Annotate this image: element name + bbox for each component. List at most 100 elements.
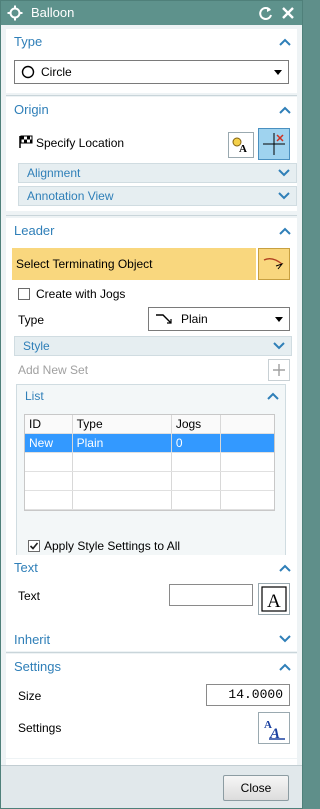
add-new-set-button[interactable] <box>268 359 290 381</box>
list-title: List <box>25 389 44 403</box>
window-title: Balloon <box>31 5 75 20</box>
add-icon <box>273 364 285 376</box>
title-bar: Balloon <box>1 1 302 25</box>
close-button-label: Close <box>240 781 272 795</box>
row-type: Plain <box>73 434 172 452</box>
text-editor-button[interactable]: A <box>258 583 290 615</box>
table-row-empty <box>25 453 274 472</box>
select-object-button[interactable] <box>258 248 290 280</box>
svg-text:A: A <box>267 591 281 612</box>
row-id: New <box>25 434 73 452</box>
balloon-dialog: Balloon Type Circle Origin Specify Locat… <box>0 0 303 809</box>
origin-group-header[interactable]: Origin <box>6 97 297 122</box>
chevron-up-icon[interactable] <box>279 227 291 235</box>
footer-bar: Close <box>1 765 302 808</box>
annotation-origin-icon: A <box>232 137 247 155</box>
inherit-group-header[interactable]: Inherit <box>6 627 297 651</box>
inherit-group: Inherit <box>6 627 297 651</box>
leader-type-label: Type <box>18 313 45 327</box>
chevron-up-icon[interactable] <box>279 663 291 671</box>
chevron-up-icon[interactable] <box>279 564 291 572</box>
specify-location-label[interactable]: Specify Location <box>36 136 124 150</box>
size-label: Size <box>18 689 42 703</box>
dropdown-arrow-icon <box>274 70 282 75</box>
chevron-down-icon[interactable] <box>278 169 290 177</box>
annotation-view-label: Annotation View <box>27 189 114 203</box>
size-field[interactable]: 14.0000 <box>206 684 290 706</box>
group-title: Origin <box>14 102 49 117</box>
chevron-up-icon[interactable] <box>279 38 291 46</box>
table-header-row: ID Type Jogs <box>25 415 274 434</box>
crosshair-icon <box>263 133 285 155</box>
alignment-label: Alignment <box>27 166 81 180</box>
column-header <box>221 415 274 433</box>
text-field[interactable] <box>169 584 253 606</box>
chevron-down-icon[interactable] <box>279 635 291 643</box>
create-with-jogs-checkbox[interactable] <box>18 288 30 300</box>
table-row-empty <box>25 491 274 510</box>
table-row[interactable]: New Plain 0 <box>25 434 274 453</box>
text-group: Text Text A <box>6 555 297 627</box>
select-terminating-label: Select Terminating Object <box>16 257 153 271</box>
select-curve-icon <box>263 257 284 270</box>
alignment-subgroup[interactable]: Alignment <box>18 163 297 183</box>
chevron-down-icon[interactable] <box>273 342 285 350</box>
divider <box>6 215 297 216</box>
origin-tool-button[interactable]: A <box>228 132 254 158</box>
group-title: Type <box>14 34 43 49</box>
svg-text:A: A <box>239 143 247 155</box>
column-header[interactable]: Jogs <box>172 415 222 433</box>
gear-icon <box>7 5 23 21</box>
chevron-up-icon[interactable] <box>279 106 291 114</box>
column-header[interactable]: Type <box>73 415 172 433</box>
dropdown-arrow-icon <box>275 317 283 322</box>
checkered-flag-icon <box>19 135 33 148</box>
reset-icon[interactable] <box>257 4 275 22</box>
plain-leader-icon <box>156 314 172 324</box>
style-settings-icon: A A <box>264 719 285 741</box>
row-extra <box>221 434 274 452</box>
size-value: 14.0000 <box>228 687 283 702</box>
group-title: Text <box>14 560 38 575</box>
group-title: Inherit <box>14 631 51 647</box>
chevron-down-icon[interactable] <box>278 192 290 200</box>
text-label: Text <box>18 589 41 603</box>
chevron-up-icon[interactable] <box>267 392 279 400</box>
group-title: Leader <box>14 223 55 238</box>
leader-group: Leader Select Terminating Object Create … <box>6 218 297 568</box>
column-header[interactable]: ID <box>25 415 73 433</box>
divider <box>6 652 297 653</box>
type-group-header[interactable]: Type <box>6 29 297 54</box>
origin-group: Origin Specify Location A Alignment Anno… <box>6 97 297 211</box>
style-subgroup[interactable]: Style <box>14 336 292 356</box>
type-selected: Circle <box>41 65 72 79</box>
settings-group: Settings Size 14.0000 Settings A A <box>6 654 297 758</box>
list-header[interactable]: List <box>17 385 285 407</box>
apply-style-label: Apply Style Settings to All <box>44 539 181 553</box>
text-editor-icon: A <box>261 586 287 612</box>
close-button[interactable]: Close <box>223 775 289 801</box>
row-jogs: 0 <box>172 434 222 452</box>
circle-icon <box>21 65 35 79</box>
point-dialog-button[interactable] <box>258 128 290 160</box>
settings-label: Settings <box>18 721 62 735</box>
close-icon[interactable] <box>279 4 297 22</box>
type-dropdown[interactable]: Circle <box>14 60 289 84</box>
select-terminating-object-row[interactable]: Select Terminating Object <box>12 248 256 280</box>
dialog-body: Type Circle Origin Specify Location A Al… <box>2 25 301 786</box>
leader-type-dropdown[interactable]: Plain <box>148 307 290 331</box>
annotation-view-subgroup[interactable]: Annotation View <box>18 186 297 206</box>
apply-style-checkbox[interactable] <box>28 540 40 552</box>
leader-type-value: Plain <box>181 312 208 326</box>
group-title: Settings <box>14 659 61 674</box>
divider <box>6 95 297 96</box>
leader-group-header[interactable]: Leader <box>6 218 297 243</box>
checkmark-icon <box>29 542 39 550</box>
settings-group-header[interactable]: Settings <box>6 654 297 679</box>
text-group-header[interactable]: Text <box>6 555 297 580</box>
leader-list-table: ID Type Jogs New Plain 0 <box>24 414 275 511</box>
create-with-jogs-label: Create with Jogs <box>36 287 126 301</box>
table-row-empty <box>25 472 274 491</box>
settings-button[interactable]: A A <box>258 712 290 744</box>
add-new-set-label: Add New Set <box>18 363 89 377</box>
